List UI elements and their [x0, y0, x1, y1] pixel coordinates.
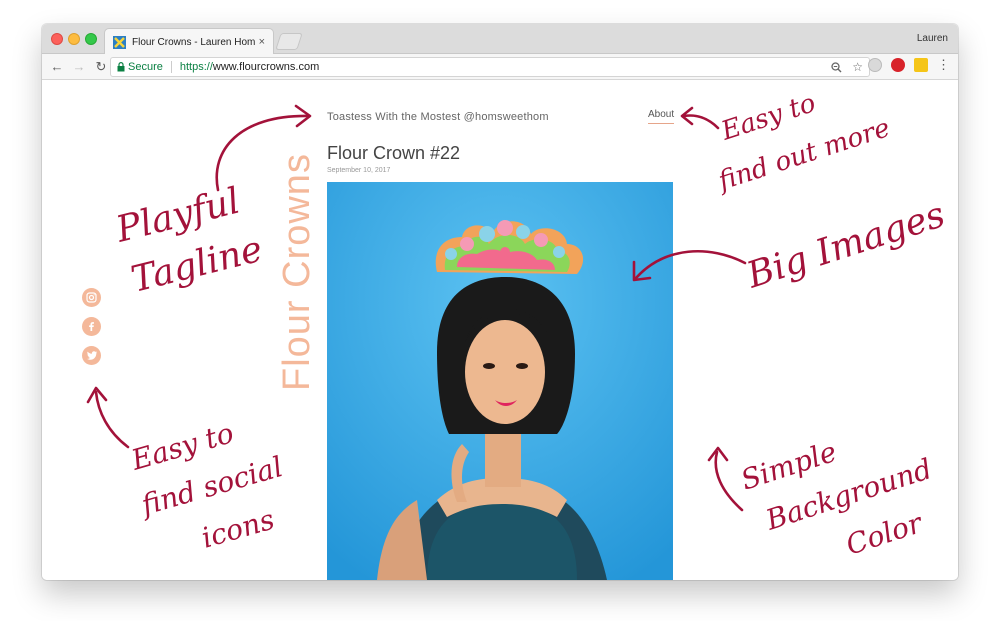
- tab-flour-crowns[interactable]: Flour Crowns - Lauren Hom ×: [104, 28, 274, 55]
- featured-image[interactable]: [327, 182, 673, 580]
- url-scheme: https://: [179, 61, 213, 73]
- menu-kebab-icon[interactable]: ⋮: [937, 58, 950, 72]
- secure-label: Secure: [128, 61, 163, 73]
- screenshot-stage: Flour Crowns - Lauren Hom × Lauren ← → ↻…: [0, 0, 1000, 621]
- minimize-window-button[interactable]: [68, 33, 80, 45]
- address-separator: [170, 61, 172, 73]
- omnibox-actions: ☆: [831, 60, 863, 74]
- reload-icon[interactable]: ↻: [90, 56, 112, 78]
- address-bar[interactable]: Secure https://www.flourcrowns.com ☆: [110, 57, 870, 77]
- tab-close-icon[interactable]: ×: [259, 36, 265, 48]
- maximize-window-button[interactable]: [85, 33, 97, 45]
- back-arrow-icon[interactable]: ←: [46, 56, 68, 78]
- social-icons: [82, 288, 101, 365]
- yellow-extension-icon[interactable]: [914, 58, 928, 72]
- secure-indicator[interactable]: Secure: [117, 61, 163, 73]
- bookmark-star-icon[interactable]: ☆: [852, 60, 863, 74]
- site-logo[interactable]: Flour Crowns: [276, 153, 319, 391]
- url-host: www.flourcrowns.com: [212, 61, 320, 73]
- tab-title: Flour Crowns - Lauren Hom: [132, 36, 255, 48]
- zoom-icon[interactable]: [831, 61, 842, 73]
- instagram-icon[interactable]: [82, 288, 101, 307]
- profile-name[interactable]: Lauren: [917, 33, 948, 44]
- twitter-icon[interactable]: [82, 346, 101, 365]
- facebook-icon[interactable]: [82, 317, 101, 336]
- post-title[interactable]: Flour Crown #22: [327, 143, 460, 164]
- about-link[interactable]: About: [648, 109, 675, 124]
- site-tagline: Toastess With the Mostest @homsweethom: [327, 111, 549, 123]
- new-tab-button[interactable]: [275, 33, 303, 50]
- tab-bar: Flour Crowns - Lauren Hom × Lauren: [42, 24, 958, 55]
- extension-gray-icon[interactable]: [868, 58, 882, 72]
- extensions-area: ⋮: [868, 58, 950, 72]
- forward-arrow-icon[interactable]: →: [68, 56, 90, 78]
- page-content: Toastess With the Mostest @homsweethom A…: [42, 81, 958, 580]
- lock-icon: [117, 62, 125, 72]
- site-favicon-icon: [113, 35, 126, 49]
- browser-toolbar: ← → ↻ Secure https://www.flourcrowns.com…: [42, 54, 958, 80]
- pinterest-extension-icon[interactable]: [891, 58, 905, 72]
- post-date: September 10, 2017: [327, 167, 391, 174]
- close-window-button[interactable]: [51, 33, 63, 45]
- browser-window: Flour Crowns - Lauren Hom × Lauren ← → ↻…: [42, 24, 958, 580]
